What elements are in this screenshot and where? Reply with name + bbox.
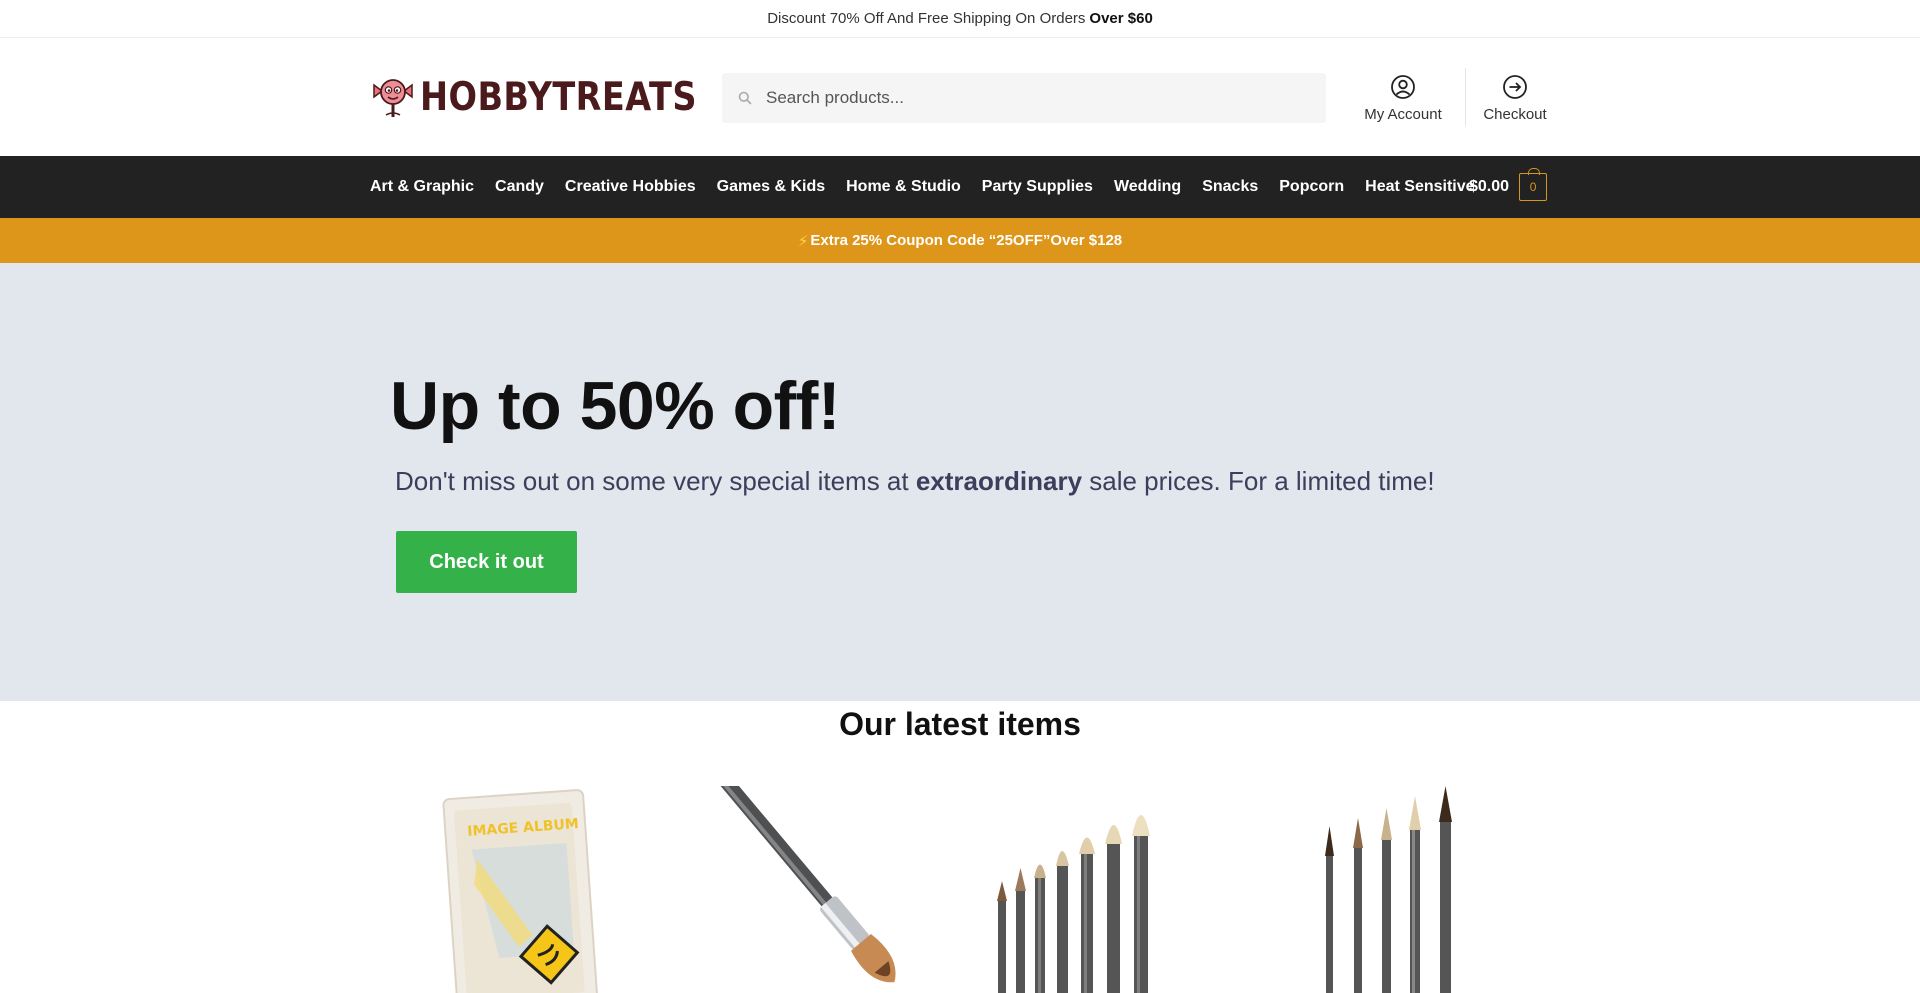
site-header: HOBBYTREATS My Account Checkout [0,38,1920,156]
search-bar[interactable] [722,73,1326,123]
announcement-text: Discount 70% Off And Free Shipping On Or… [767,10,1086,27]
checkout-link[interactable]: Checkout [1460,74,1570,123]
site-logo[interactable]: HOBBYTREATS [370,72,742,122]
nav-item-heat-sensitive[interactable]: Heat Sensitive [1365,178,1474,196]
nav-item-wedding[interactable]: Wedding [1114,178,1181,196]
candy-mascot-icon [373,79,413,117]
check-it-out-button[interactable]: Check it out [396,531,577,593]
user-icon [1391,75,1415,99]
product-card[interactable] [1310,786,1490,993]
hero-banner: Up to 50% off! Don't miss out on some ve… [0,263,1920,701]
cart-total: $0.00 [1469,178,1510,195]
cart-count-badge: 0 [1519,168,1548,201]
hero-subtitle-end: sale prices. For a limited time! [1089,466,1435,496]
nav-item-home-studio[interactable]: Home & Studio [846,178,961,196]
product-card[interactable] [990,786,1220,993]
hero-subtitle-bold: extraordinary [915,466,1083,496]
checkout-label: Checkout [1483,106,1547,123]
cart-button[interactable]: $0.00 0 [1469,168,1548,201]
image-album-icon: IMAGE ALBUM [442,789,598,993]
nav-item-creative-hobbies[interactable]: Creative Hobbies [565,178,696,196]
coupon-banner: ⚡ Extra 25% Coupon Code “25OFF”Over $128 [0,218,1920,263]
latest-items-heading: Our latest items [839,706,1081,742]
logo-wordmark: HOBBYTREATS [420,74,697,120]
nav-item-popcorn[interactable]: Popcorn [1279,178,1344,196]
lightning-icon: ⚡ [797,232,809,250]
hero-subtitle: Don't miss out on some very special item… [395,466,1435,497]
announcement-bold-text: Over $60 [1089,10,1153,27]
nav-item-party-supplies[interactable]: Party Supplies [982,178,1093,196]
hero-headline: Up to 50% off! [390,368,841,444]
announcement-bar: Discount 70% Off And Free Shipping On Or… [0,0,1920,38]
search-icon [738,91,752,105]
my-account-link[interactable]: My Account [1348,74,1458,123]
foundation-brush-icon [706,786,896,983]
nav-item-art-graphic[interactable]: Art & Graphic [370,178,474,196]
arrow-circle-right-icon [1503,75,1527,99]
nav-item-games-kids[interactable]: Games & Kids [717,178,825,196]
main-navigation: Art & Graphic Candy Creative Hobbies Gam… [0,156,1920,218]
brush-set-icon [997,815,1150,993]
hero-subtitle-start: Don't miss out on some very special item… [395,466,909,496]
product-card[interactable]: IMAGE ALBUM [420,786,630,993]
product-card[interactable] [706,786,946,993]
nav-item-candy[interactable]: Candy [495,178,544,196]
search-input[interactable] [766,88,1286,108]
nav-item-snacks[interactable]: Snacks [1202,178,1258,196]
my-account-label: My Account [1364,106,1442,123]
fine-brush-set-icon [1325,786,1452,993]
coupon-text: Extra 25% Coupon Code “25OFF”Over $128 [810,232,1123,249]
